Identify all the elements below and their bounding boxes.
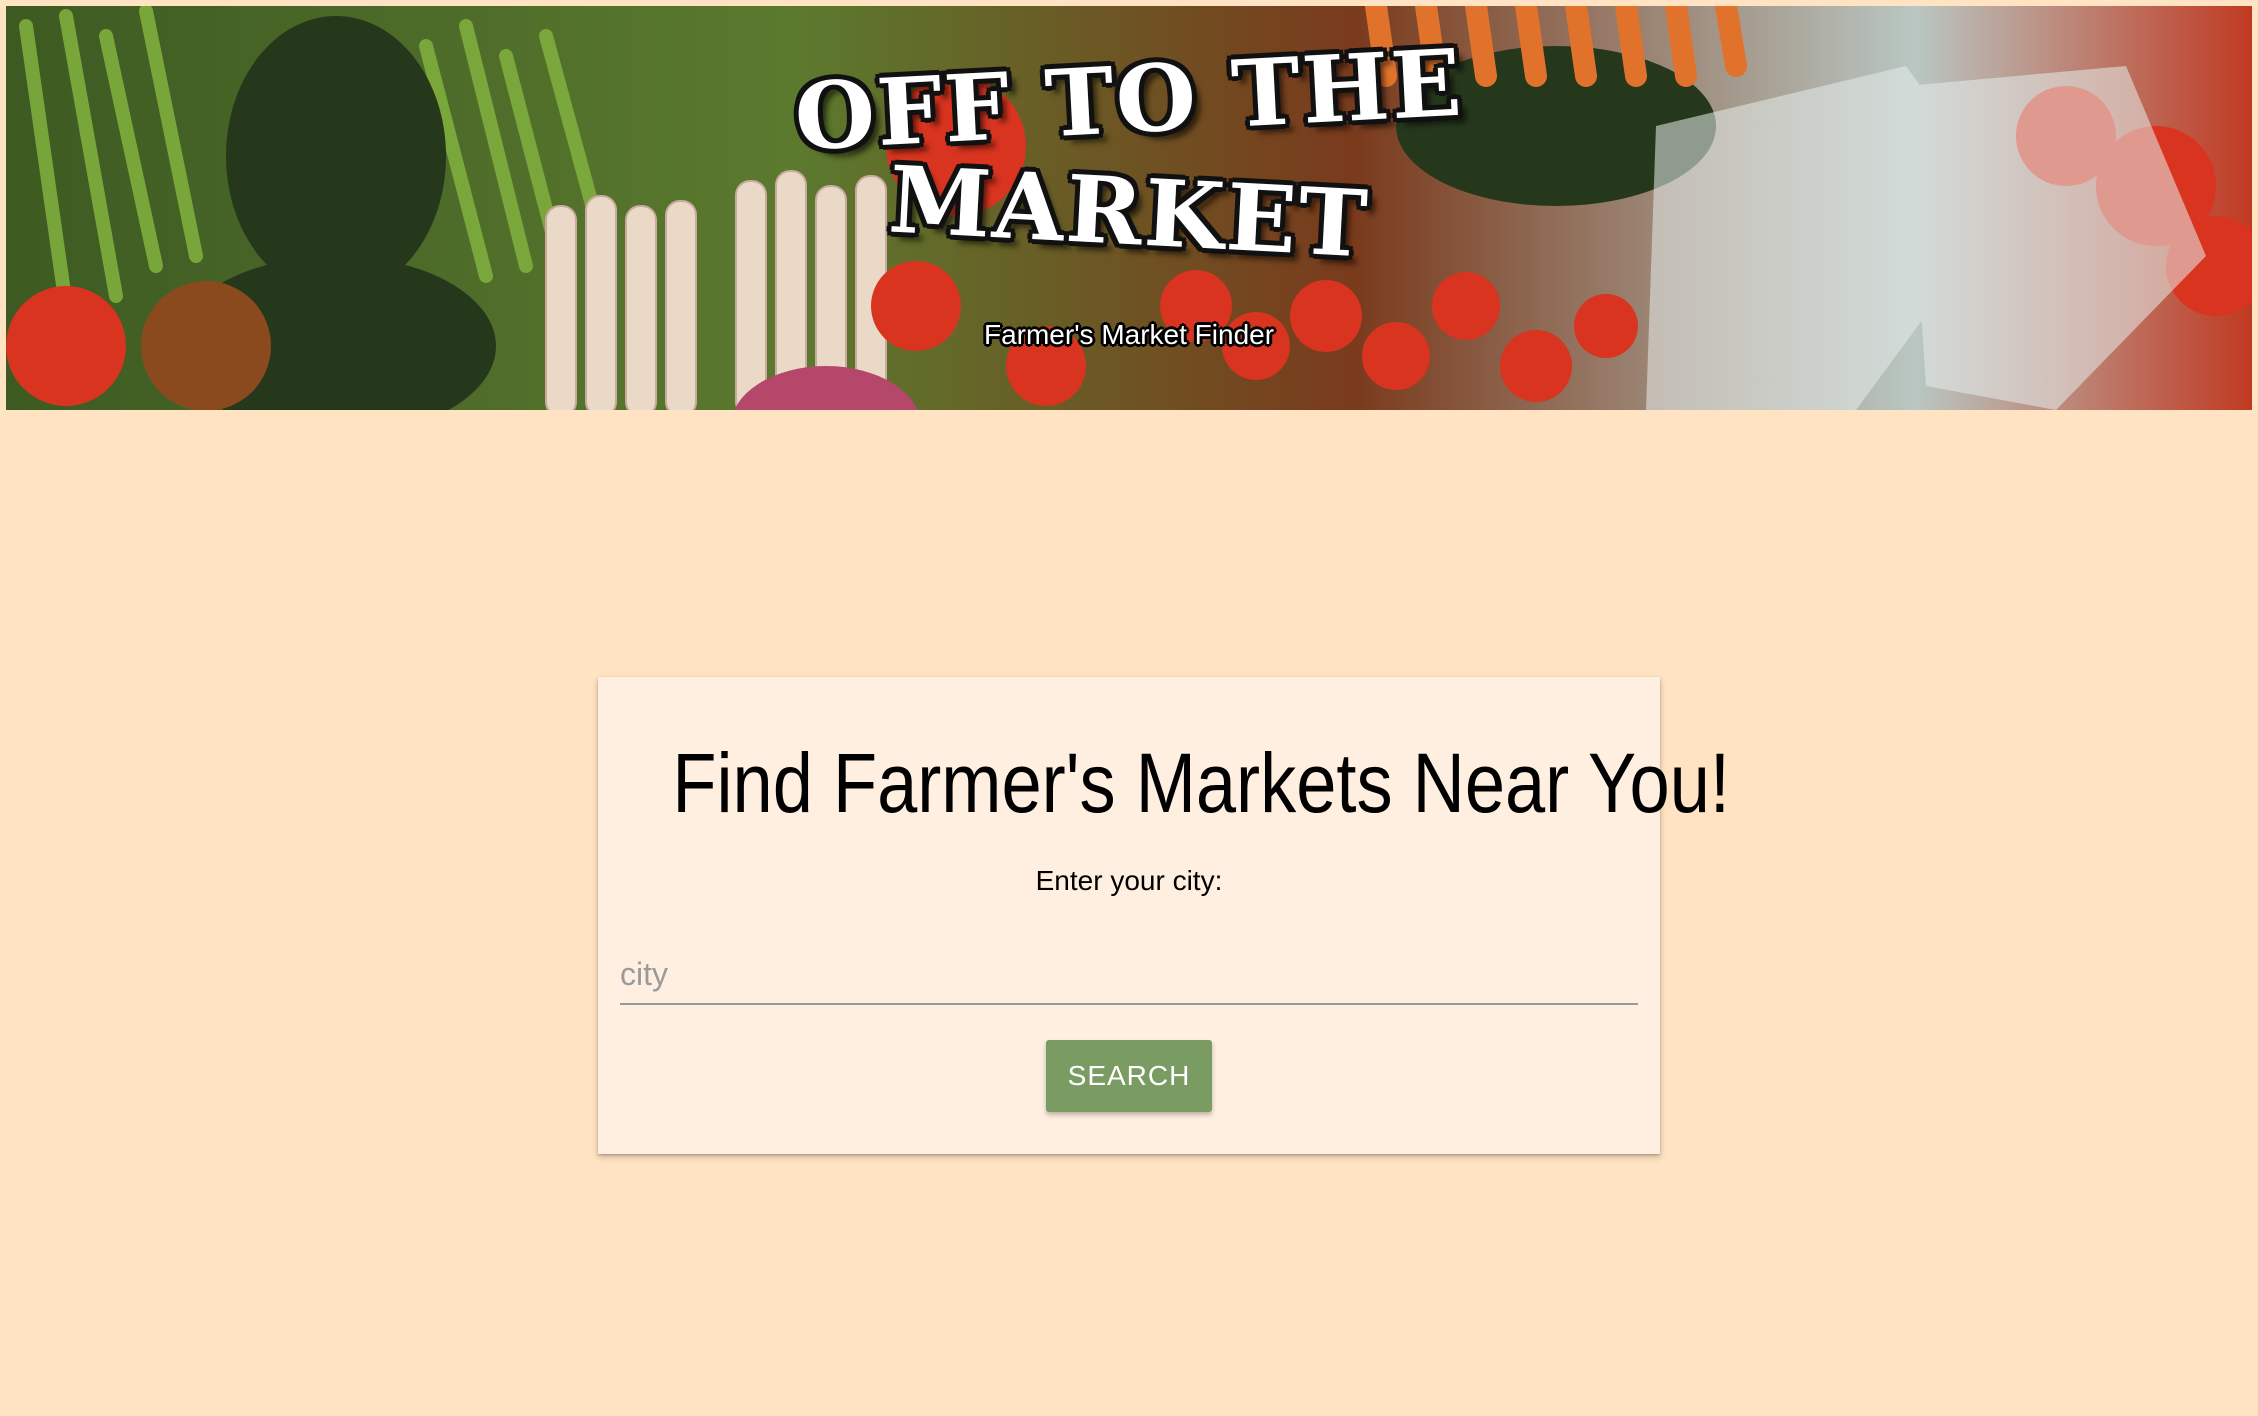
search-button[interactable]: SEARCH (1046, 1040, 1212, 1112)
city-input[interactable] (620, 945, 1638, 1005)
site-subtitle: Farmer's Market Finder (983, 319, 1275, 350)
page: OFF TO THE MARKET Farmer's Market Finder… (0, 0, 2258, 1416)
hero-banner: OFF TO THE MARKET Farmer's Market Finder (6, 6, 2252, 410)
search-card: Find Farmer's Markets Near You! Enter yo… (598, 677, 1730, 1154)
city-label: Enter your city: (1035, 865, 1223, 896)
search-heading: Find Farmer's Markets Near You! (672, 736, 1730, 830)
